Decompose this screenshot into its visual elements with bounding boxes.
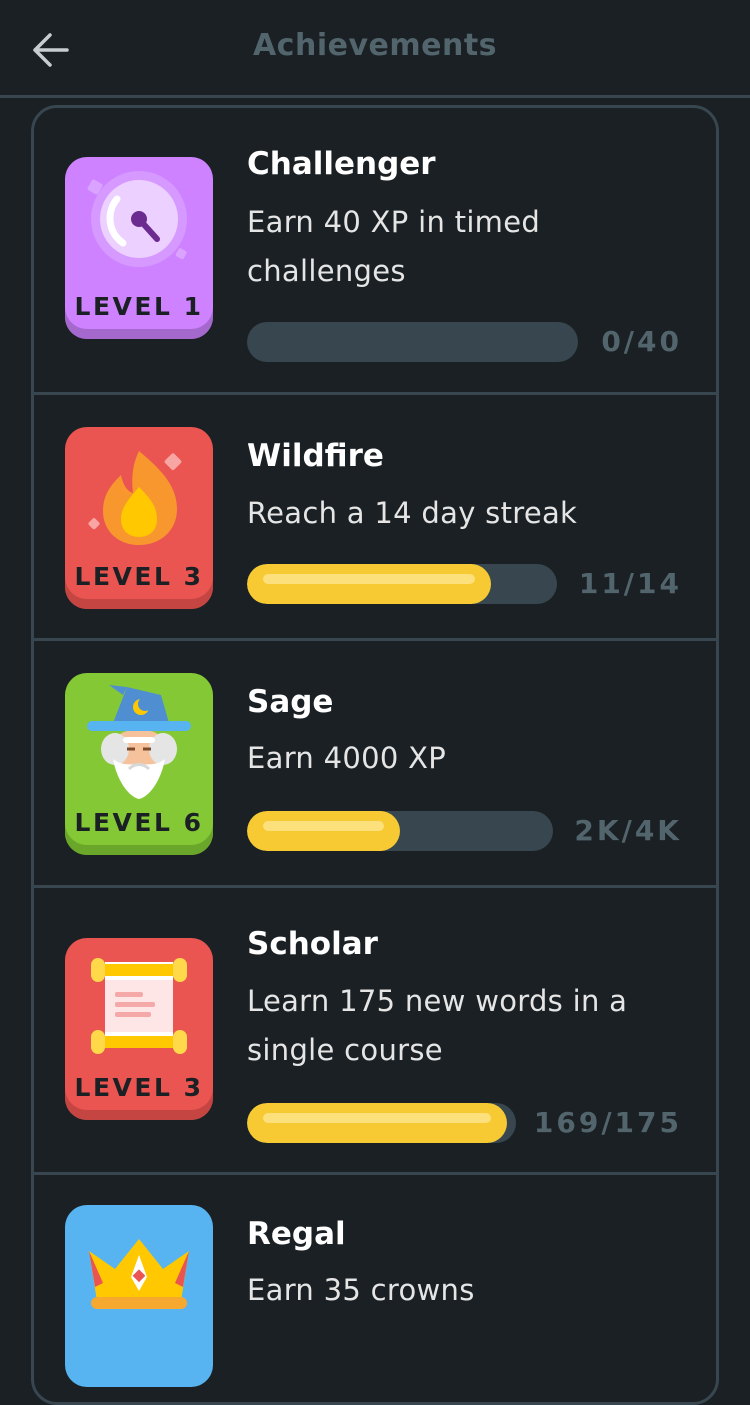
achievement-description: Learn 175 new words in a single course: [247, 984, 628, 1067]
app-header: Achievements: [0, 0, 750, 98]
badge-challenger: LEVEL 1: [65, 157, 213, 339]
progress-count: 2K/4K: [574, 814, 682, 847]
achievement-row-wildfire[interactable]: LEVEL 3 Wildfire Reach a 14 day streak 1…: [34, 395, 716, 641]
achievement-row-challenger[interactable]: LEVEL 1 Challenger Earn 40 XP in timed c…: [34, 108, 716, 395]
badge-scholar: LEVEL 3: [65, 938, 213, 1120]
badge-regal: [65, 1205, 213, 1387]
achievement-row-regal[interactable]: Regal Earn 35 crowns: [34, 1175, 716, 1402]
progress-bar: [247, 1103, 516, 1143]
progress-fill: [247, 1103, 507, 1143]
achievement-title: Sage: [247, 684, 334, 720]
progress-count: 0/40: [601, 325, 682, 358]
achievement-description: Earn 35 crowns: [247, 1273, 475, 1307]
badge-wildfire: LEVEL 3: [65, 427, 213, 609]
achievement-description: Earn 4000 XP: [247, 741, 447, 775]
badge-level-label: LEVEL 1: [74, 292, 204, 321]
achievement-description: Earn 40 XP in timed challenges: [247, 205, 541, 288]
achievement-title: Wildfire: [247, 438, 384, 474]
progress-count: 11/14: [578, 567, 682, 600]
badge-level-label: LEVEL 3: [74, 1073, 204, 1102]
badge-level-label: LEVEL 6: [74, 808, 204, 837]
crown-icon: [89, 1239, 189, 1309]
progress-shine: [263, 1113, 491, 1123]
achievement-row-sage[interactable]: LEVEL 6 Sage Earn 4000 XP 2K/4K: [34, 641, 716, 888]
achievement-title: Scholar: [247, 926, 378, 962]
progress-shine: [263, 821, 384, 831]
achievement-row-scholar[interactable]: LEVEL 3 Scholar Learn 175 new words in a…: [34, 888, 716, 1175]
progress-fill: [247, 564, 491, 604]
progress-shine: [263, 574, 475, 584]
badge-level-label: LEVEL 3: [74, 562, 204, 591]
page-title: Achievements: [252, 28, 498, 63]
achievements-list[interactable]: LEVEL 1 Challenger Earn 40 XP in timed c…: [31, 105, 719, 1405]
achievement-title: Challenger: [247, 146, 436, 182]
progress-bar: [247, 564, 557, 604]
badge-sage: LEVEL 6: [65, 673, 213, 855]
achievement-description: Reach a 14 day streak: [247, 496, 578, 530]
progress-fill: [247, 811, 400, 851]
progress-count: 169/175: [533, 1106, 682, 1139]
achievement-title: Regal: [247, 1216, 346, 1252]
progress-bar: [247, 811, 553, 851]
progress-bar: [247, 322, 578, 362]
